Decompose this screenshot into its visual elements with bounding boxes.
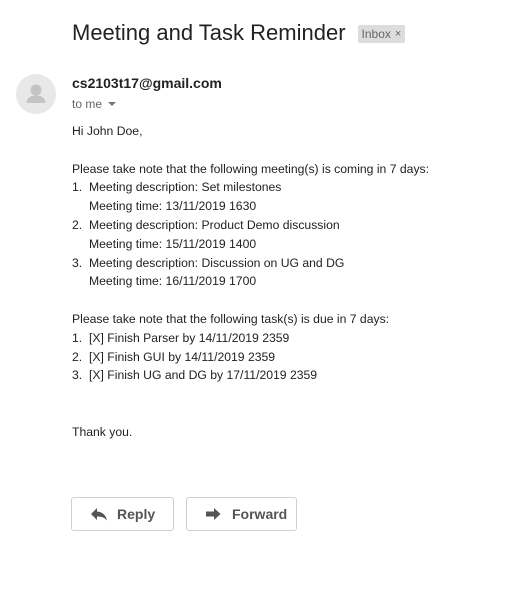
caret-down-icon[interactable]: [108, 102, 117, 106]
task-text: [X] Finish Parser by 14/11/2019 2359: [89, 330, 290, 345]
forward-button[interactable]: Forward: [186, 497, 297, 531]
list-number: 1.: [72, 330, 83, 345]
meeting-description: Meeting description: Set milestones: [89, 180, 282, 195]
list-number: 1.: [72, 180, 83, 195]
list-item: 1. Meeting description: Set milestones M…: [72, 178, 502, 216]
recipient-text: to me: [72, 97, 103, 111]
task-text: [X] Finish UG and DG by 17/11/2019 2359: [89, 368, 318, 383]
greeting: Hi John Doe,: [72, 124, 143, 138]
closing: Thank you.: [72, 424, 133, 439]
list-number: 3.: [72, 255, 83, 270]
forward-label: Forward: [232, 506, 288, 522]
reply-arrow-icon: [90, 507, 108, 521]
person-icon: [26, 84, 46, 103]
list-item: 3. Meeting description: Discussion on UG…: [72, 254, 502, 292]
list-item: 3. [X] Finish UG and DG by 17/11/2019 23…: [72, 366, 502, 385]
task-text: [X] Finish GUI by 14/11/2019 2359: [89, 349, 276, 364]
list-item: 2. Meeting description: Product Demo dis…: [72, 216, 502, 254]
tasks-intro: Please take note that the following task…: [72, 311, 390, 326]
avatar[interactable]: [16, 74, 56, 114]
list-number: 2.: [72, 349, 83, 364]
inbox-label[interactable]: Inbox ×: [357, 25, 406, 43]
email-subject: Meeting and Task Reminder: [72, 20, 346, 45]
meetings-intro: Please take note that the following meet…: [72, 161, 430, 176]
subject-row: Meeting and Task Reminder Inbox ×: [72, 19, 406, 47]
list-item: 1. [X] Finish Parser by 14/11/2019 2359: [72, 329, 502, 348]
list-item: 2. [X] Finish GUI by 14/11/2019 2359: [72, 348, 502, 367]
meeting-description: Meeting description: Discussion on UG an…: [89, 255, 345, 270]
list-number: 3.: [72, 368, 83, 383]
reply-label: Reply: [117, 506, 156, 522]
meeting-time: Meeting time: 15/11/2019 1400: [89, 236, 257, 251]
forward-arrow-icon: [205, 507, 223, 521]
list-number: 2.: [72, 217, 83, 232]
meeting-time: Meeting time: 16/11/2019 1700: [89, 274, 257, 289]
recipient-details-toggle[interactable]: to me: [72, 96, 117, 112]
meeting-list: 1. Meeting description: Set milestones M…: [72, 178, 502, 291]
reply-button[interactable]: Reply: [71, 497, 174, 531]
task-list: 1. [X] Finish Parser by 14/11/2019 2359 …: [72, 329, 502, 385]
meeting-time: Meeting time: 13/11/2019 1630: [89, 199, 257, 214]
meeting-description: Meeting description: Product Demo discus…: [89, 217, 340, 232]
inbox-label-text: Inbox: [361, 27, 391, 41]
message-body: Hi John Doe, Please take note that the f…: [72, 122, 502, 442]
remove-label-icon[interactable]: ×: [395, 26, 401, 42]
sender-address: cs2103t17@gmail.com: [72, 75, 222, 91]
